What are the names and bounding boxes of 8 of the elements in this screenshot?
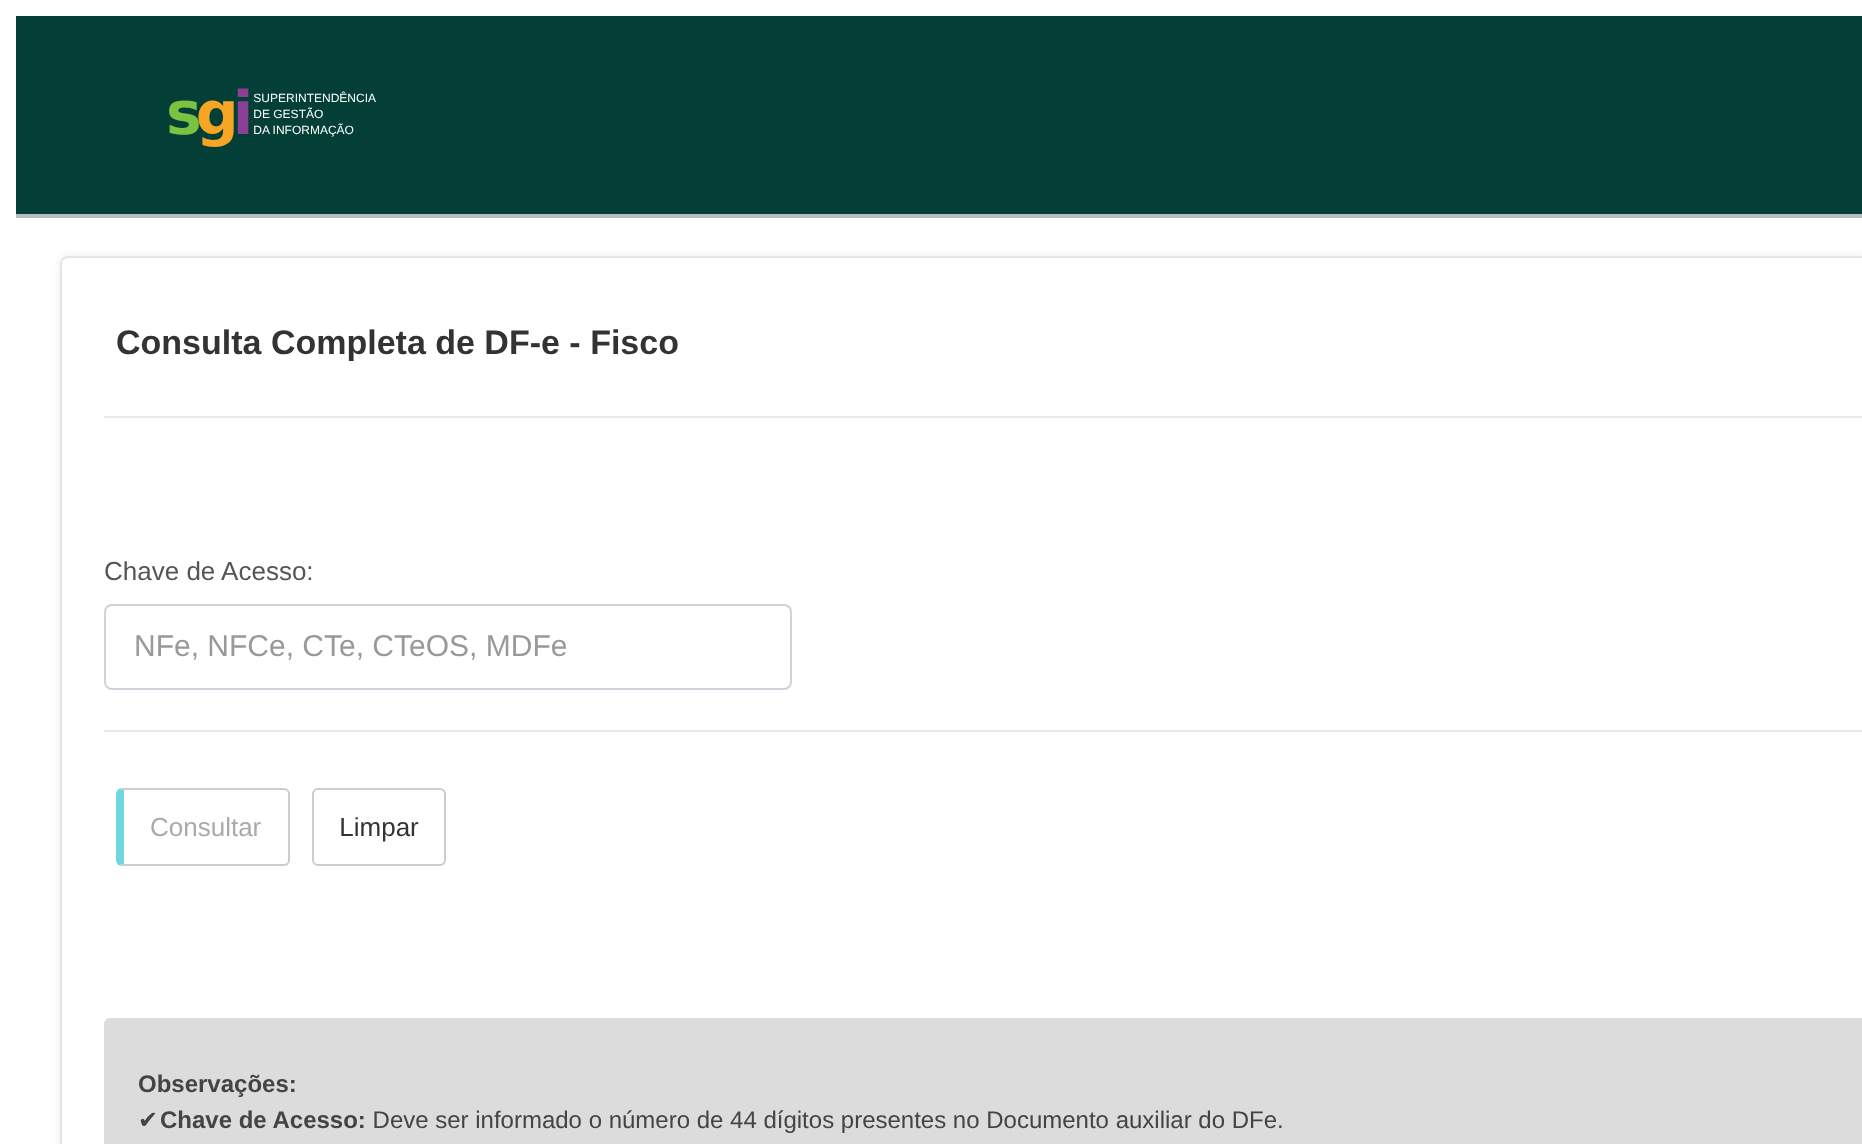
input-field[interactable]: NFe, NFCe, CTe, CTeOS, MDFe bbox=[104, 604, 792, 690]
clear-button[interactable]: Limpar bbox=[311, 788, 447, 866]
page-title: Consulta Completa de DF-e - Fisco bbox=[114, 322, 681, 366]
note-text: Chave de Acesso: Deve ser informado o número de 44 dígitos presentes no Documento auxiliar do DFe. bbox=[160, 1106, 1284, 1134]
check-icon: ✔ bbox=[138, 1106, 158, 1134]
notes-title: Observações: bbox=[138, 1070, 299, 1098]
logo-mark: sgi bbox=[166, 80, 248, 150]
field-label: Chave de Acesso: bbox=[104, 556, 316, 586]
